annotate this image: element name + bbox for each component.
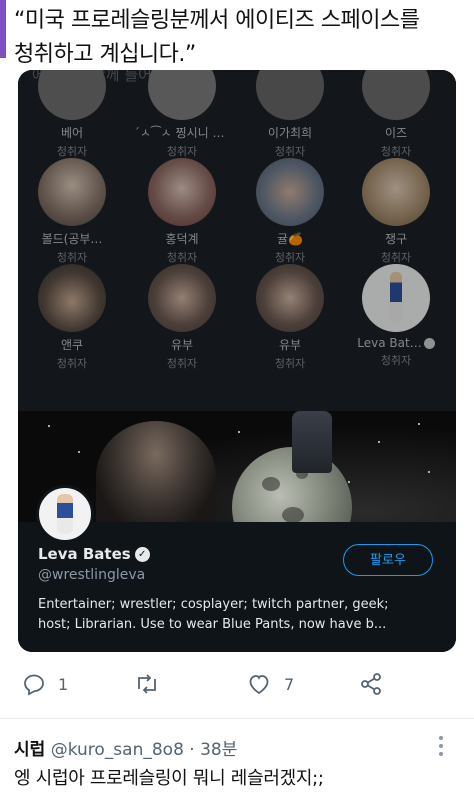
profile-hover-card[interactable]: Leva Bates ✓ @wrestlingleva 팔로우 Entertain…	[18, 411, 456, 652]
participant[interactable]: 이즈 청취자	[348, 70, 444, 159]
like-count: 7	[284, 674, 295, 694]
participant-role: 청취자	[274, 357, 306, 370]
profile-avatar[interactable]	[36, 485, 94, 543]
bio-line-1: Entertainer; wrestler; cosplayer; twitch…	[38, 597, 389, 612]
reply-header: 시럽 @kuro_san_8o8 · 38분	[14, 735, 237, 760]
participant[interactable]: 이가최희 청취자	[242, 70, 338, 159]
participant-name: 쟁구	[384, 232, 408, 246]
participant-role: 청취자	[274, 251, 306, 264]
like-button[interactable]: 7	[246, 664, 294, 704]
profile-name[interactable]: Leva Bates ✓	[38, 545, 150, 563]
participant-avatar	[256, 264, 324, 332]
participant-role: 청취자	[274, 145, 306, 158]
participant-role: 청취자	[380, 251, 412, 264]
more-options-icon[interactable]	[436, 736, 446, 760]
participant-name: 이가최희	[267, 126, 313, 140]
participant[interactable]: 귤🍊 청취자	[242, 158, 338, 265]
participant[interactable]: ´ㅅ⁀ㅅ 찡시니 ㅅ⁀ㅅ 청취자	[134, 70, 230, 159]
verified-icon: ✓	[134, 547, 150, 562]
profile-bio: Entertainer; wrestler; cosplayer; twitch…	[38, 595, 438, 635]
participant-role: 청취자	[56, 251, 88, 264]
participant-role: 청취자	[166, 251, 198, 264]
retweet-button[interactable]	[134, 664, 172, 704]
heart-icon	[249, 675, 269, 695]
reply-count: 1	[58, 674, 69, 694]
participant[interactable]: Leva Bat… 청취자	[348, 264, 444, 368]
participant-avatar	[362, 70, 430, 120]
participant-name: 볼드(공부…	[41, 232, 103, 246]
author-avatar-edge[interactable]	[0, 0, 6, 58]
tweet-action-bar: 1 7	[0, 664, 474, 704]
reply-timestamp[interactable]: · 38분	[189, 740, 237, 760]
banner-figure-right	[292, 411, 332, 473]
participant-avatar	[38, 70, 106, 120]
participant-role: 청취자	[56, 145, 88, 158]
participant-avatar	[148, 264, 216, 332]
profile-handle[interactable]: @wrestlingleva	[38, 567, 145, 583]
participant[interactable]: 앤쿠 청취자	[24, 264, 120, 371]
participant-role: 청취자	[56, 357, 88, 370]
banner-figure-left	[96, 421, 216, 522]
reply-author-name[interactable]: 시럽	[14, 740, 45, 760]
tweet-text: “미국 프로레슬링분께서 에이티즈 스페이스를 청취하고 계십니다.”	[14, 4, 464, 72]
participant[interactable]: 볼드(공부… 청취자	[24, 158, 120, 265]
tweet-text-line-2: 청취하고 계십니다.”	[14, 42, 196, 67]
participant-role: 청취자	[166, 145, 198, 158]
tweet-media-screenshot[interactable]: 에이티니 함께 들어요 베어 청취자 ´ㅅ⁀ㅅ 찡시니 ㅅ⁀ㅅ 청취자 이가최희…	[18, 70, 456, 652]
participant-avatar	[38, 264, 106, 332]
reply-button[interactable]: 1	[22, 664, 68, 704]
participant-name: Leva Bat…	[348, 336, 444, 350]
reply-text: 엥 시럽아 프로레슬링이 뭐니 레슬러겠지;;	[14, 768, 324, 789]
participant[interactable]: 베어 청취자	[24, 70, 120, 159]
follow-button[interactable]: 팔로우	[343, 544, 433, 576]
participant-avatar	[38, 158, 106, 226]
participant-name: 유부	[278, 338, 302, 352]
participant-avatar	[362, 158, 430, 226]
participant-avatar	[256, 158, 324, 226]
participant-avatar	[148, 158, 216, 226]
participant-role: 청취자	[380, 145, 412, 158]
share-button[interactable]	[358, 664, 384, 704]
participant-name: 유부	[170, 338, 194, 352]
tweet-text-line-1: “미국 프로레슬링분께서 에이티즈 스페이스를	[14, 8, 420, 33]
divider	[0, 718, 474, 719]
verified-icon	[423, 338, 435, 349]
participant-name: 귤🍊	[277, 232, 303, 246]
participant-name: 홍덕계	[165, 232, 199, 246]
participant-name: 베어	[60, 126, 84, 140]
participant-name: 앤쿠	[60, 338, 84, 352]
participant-name: 이즈	[384, 126, 408, 140]
participant-role: 청취자	[166, 357, 198, 370]
participant[interactable]: 홍덕계 청취자	[134, 158, 230, 265]
participant[interactable]: 유부 청취자	[242, 264, 338, 371]
participant-name: ´ㅅ⁀ㅅ 찡시니 ㅅ⁀ㅅ	[134, 126, 230, 140]
bio-line-2: host; Librarian. Use to wear Blue Pants,…	[38, 617, 387, 632]
participant-avatar	[256, 70, 324, 120]
participant-role: 청취자	[380, 354, 412, 367]
reply-author-handle[interactable]: @kuro_san_8o8	[51, 740, 184, 760]
participant[interactable]: 쟁구 청취자	[348, 158, 444, 265]
participant-avatar	[362, 264, 430, 332]
retweet-icon	[138, 674, 156, 694]
reply-icon	[24, 674, 44, 696]
participant[interactable]: 유부 청취자	[134, 264, 230, 371]
participant-avatar	[148, 70, 216, 120]
share-icon	[361, 673, 381, 695]
